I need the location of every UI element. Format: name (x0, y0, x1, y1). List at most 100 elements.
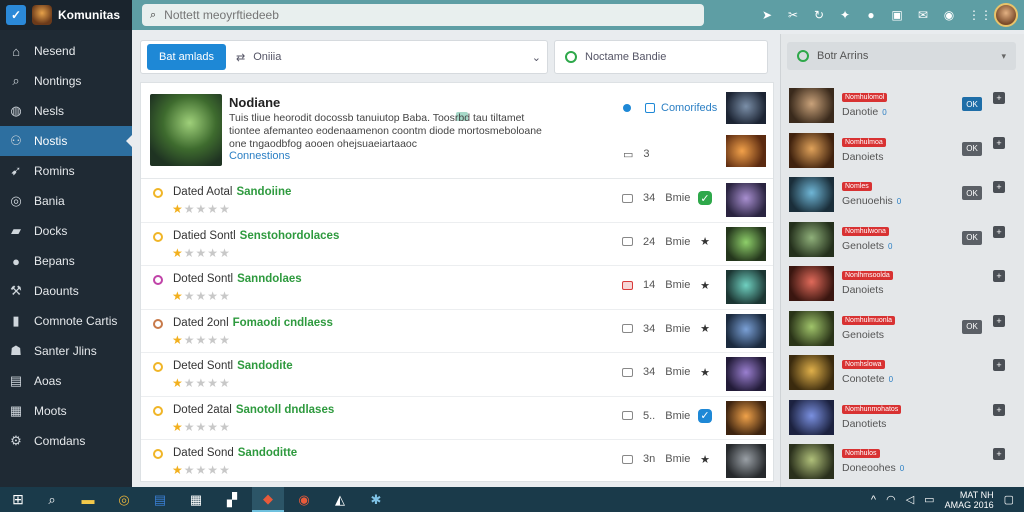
sidebar-item-7[interactable]: ● Bepans (0, 246, 132, 276)
check-icon[interactable]: ✓ (698, 191, 712, 205)
item-thumbnail[interactable] (789, 399, 834, 435)
plus-icon[interactable]: + (993, 448, 1005, 460)
featured-title[interactable]: Nodiane (229, 95, 280, 110)
star-icon[interactable]: ★ (698, 278, 712, 292)
row-thumbnail[interactable] (726, 226, 766, 261)
editor-icon[interactable]: ◭ (324, 487, 356, 512)
row-thumbnail[interactable] (726, 400, 766, 435)
apps-grid-icon[interactable]: ⋮⋮ (968, 8, 992, 22)
table-row[interactable]: Datied Sontl Senstohordolaces ★★★★★ 24 Bmie ★ (141, 223, 773, 266)
sidebar-item-1[interactable]: ⌕ Nontings (0, 66, 132, 96)
featured-image-b[interactable] (726, 135, 766, 167)
sidebar-item-10[interactable]: ☗ Santer Jlins (0, 336, 132, 366)
checkbox-icon[interactable] (645, 103, 655, 113)
star-rating[interactable]: ★★★★★ (172, 202, 231, 216)
star-rating[interactable]: ★★★★★ (172, 246, 231, 260)
list-item[interactable]: Nomhulmoa Danoiets OK + (781, 129, 1024, 174)
featured-post[interactable]: Nodiane Tuis tliue heorodit docossb tanu… (141, 83, 773, 179)
featured-status[interactable]: Comorifeds (623, 102, 717, 114)
mail-icon[interactable]: ✉ (916, 8, 930, 22)
search-bar[interactable]: ⌕ (142, 4, 704, 26)
star-rating[interactable]: ★★★★★ (172, 333, 231, 347)
search-input[interactable] (164, 8, 665, 22)
calendar-icon[interactable]: ▣ (890, 8, 904, 22)
sidebar-item-13[interactable]: ⚙ Comdans (0, 426, 132, 456)
sidebar-item-3[interactable]: ⚇ Nostis (0, 126, 132, 156)
item-thumbnail[interactable] (789, 310, 834, 346)
taskbar-clock[interactable]: MAT NH AMAG 2016 (945, 490, 994, 510)
row-thumbnail[interactable] (726, 270, 766, 304)
up-arrow-icon[interactable]: ^ (871, 494, 876, 506)
check-icon[interactable]: ✓ (698, 408, 712, 423)
sidebar-item-2[interactable]: ◍ Nesls (0, 96, 132, 126)
row-title[interactable]: Datied Sontl Senstohordolaces (173, 230, 339, 242)
plus-icon[interactable]: + (993, 225, 1005, 238)
featured-image-a[interactable] (726, 92, 766, 124)
item-action-button[interactable]: OK (962, 230, 982, 245)
row-title[interactable]: Doted 2atal Sanotoll dndlases (173, 404, 334, 416)
row-title[interactable]: Dated 2onl Fomaodi cndlaess (173, 317, 333, 329)
sidebar-item-4[interactable]: ➹ Romins (0, 156, 132, 186)
record-icon[interactable]: ◉ (288, 487, 320, 512)
active-app-icon[interactable]: ◆ (252, 487, 284, 512)
filter-right-select[interactable]: Noctame Bandie (554, 40, 768, 74)
sidebar-item-6[interactable]: ▰ Docks (0, 216, 132, 246)
store-icon[interactable]: ▦ (180, 487, 212, 512)
star-rating[interactable]: ★★★★★ (172, 463, 231, 477)
item-action-button[interactable]: OK (962, 97, 982, 111)
star-icon[interactable]: ★ (698, 365, 712, 379)
row-title[interactable]: Doted Sontl Sanndolaes (173, 273, 302, 285)
plus-icon[interactable]: + (993, 181, 1005, 193)
user-avatar[interactable] (994, 3, 1018, 27)
row-thumbnail[interactable] (726, 357, 766, 391)
plus-icon[interactable]: + (993, 270, 1005, 282)
item-action-button[interactable]: OK (962, 186, 982, 200)
table-row[interactable]: Doted Sontl Sanndolaes ★★★★★ 14 Bmie ★ (141, 266, 773, 310)
row-title[interactable]: Dated Sond Sandoditte (173, 447, 297, 459)
word-icon[interactable]: ▤ (144, 487, 176, 512)
plus-icon[interactable]: + (993, 314, 1005, 327)
taskbar-search-icon[interactable]: ⌕ (36, 487, 68, 512)
sidebar-item-11[interactable]: ▤ Aoas (0, 366, 132, 396)
row-thumbnail[interactable] (726, 183, 766, 217)
item-thumbnail[interactable] (789, 177, 834, 212)
table-row[interactable]: Dated Aotal Sandoiine ★★★★★ 34 Bmie ✓ (141, 179, 773, 223)
plus-icon[interactable]: + (993, 92, 1005, 104)
notification-icon[interactable]: ▢ (1004, 493, 1014, 506)
primary-filter-button[interactable]: Bat amlads (147, 44, 227, 70)
sidebar-item-8[interactable]: ⚒ Daounts (0, 276, 132, 306)
chrome-icon[interactable]: ◎ (108, 487, 140, 512)
sidebar-item-9[interactable]: ▮ Comnote Cartis (0, 306, 132, 336)
list-item[interactable]: Nomhslowa Conotete 0 + (781, 351, 1024, 396)
list-item[interactable]: Nomhulmuonla Genoiets OK + (781, 307, 1024, 352)
scissors-icon[interactable]: ✂ (786, 8, 800, 22)
item-action-button[interactable]: OK (962, 141, 982, 156)
list-item[interactable]: Nomhulomol Danotie 0 OK + (781, 84, 1024, 129)
table-row[interactable]: Dated 2onl Fomaodi cndlaess ★★★★★ 34 Bmie ★ (141, 310, 773, 353)
volume-icon[interactable]: ◁ (906, 493, 914, 506)
item-thumbnail[interactable] (789, 132, 834, 168)
item-action-button[interactable]: OK (962, 319, 982, 334)
star-rating[interactable]: ★★★★★ (172, 420, 231, 434)
send-icon[interactable]: ➤ (760, 8, 774, 22)
item-thumbnail[interactable] (789, 266, 834, 301)
item-thumbnail[interactable] (789, 355, 834, 390)
item-thumbnail[interactable] (789, 221, 834, 257)
sparkle-icon[interactable]: ✦ (838, 8, 852, 22)
featured-link[interactable]: Connestions (229, 150, 290, 162)
wifi-icon[interactable]: ◠ (886, 493, 896, 506)
plus-icon[interactable]: + (993, 403, 1005, 416)
star-icon[interactable]: ★ (698, 322, 712, 336)
right-panel-header[interactable]: Botr Arrins ▾ (787, 42, 1016, 70)
list-item[interactable]: Nomhunmohatos Danotiets + (781, 396, 1024, 441)
sidebar-item-0[interactable]: ⌂ Nesend (0, 36, 132, 66)
media-icon[interactable]: ▞ (216, 487, 248, 512)
list-item[interactable]: Nomhulos Doneoohes 0 + (781, 440, 1024, 485)
windows-start-icon[interactable]: ⊞ (0, 491, 36, 508)
table-row[interactable]: Deted Sontl Sandodite ★★★★★ 34 Bmie ★ (141, 353, 773, 397)
list-item[interactable]: Nomhulwona Genolets 0 OK + (781, 218, 1024, 263)
row-title[interactable]: Deted Sontl Sandodite (173, 360, 293, 372)
list-item[interactable]: Nomles Genuoehis 0 OK + (781, 173, 1024, 218)
plus-icon[interactable]: + (993, 359, 1005, 371)
list-item[interactable]: Nonlhmsoolda Danoiets + (781, 262, 1024, 307)
